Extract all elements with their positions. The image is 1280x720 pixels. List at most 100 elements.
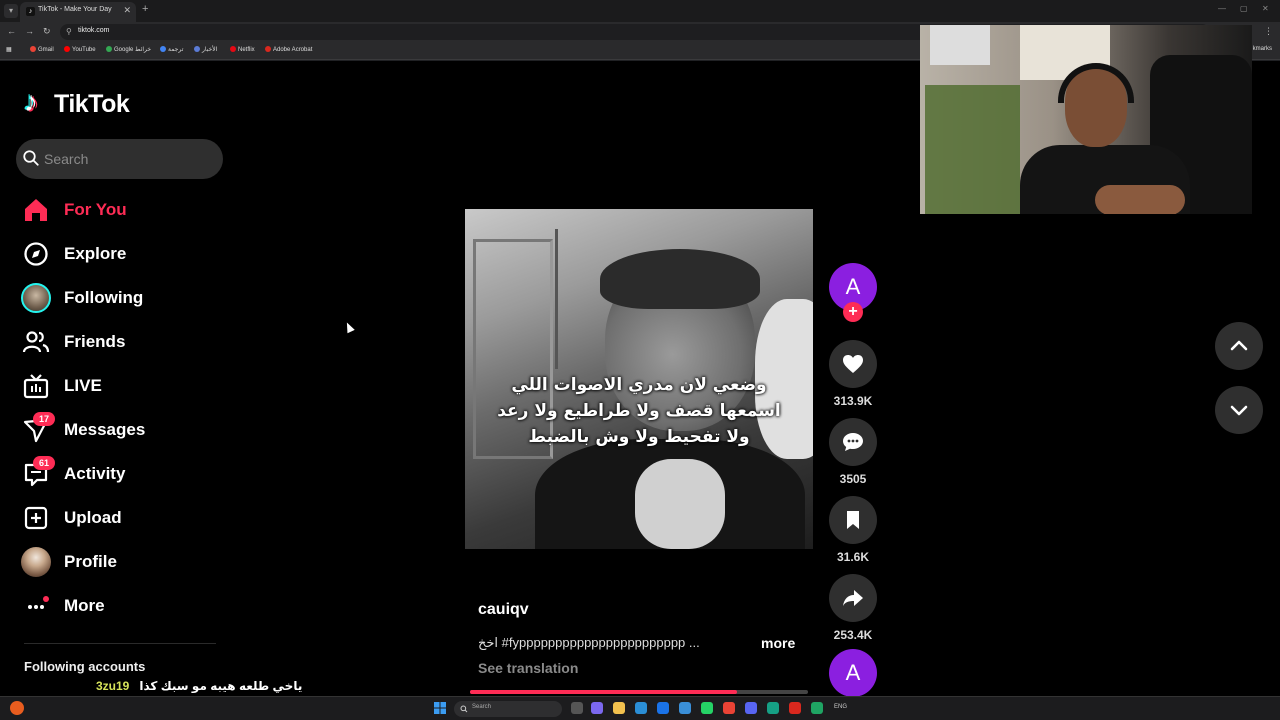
youtube-icon xyxy=(64,46,70,52)
more-button[interactable]: more xyxy=(761,635,795,651)
discord-icon[interactable] xyxy=(745,702,757,714)
close-window-icon[interactable]: ✕ xyxy=(1262,4,1269,13)
taskbar-search-placeholder: Search xyxy=(472,704,492,710)
all-bookmarks[interactable]: kmarks xyxy=(1253,46,1272,52)
nav-upload[interactable]: Upload xyxy=(20,500,230,536)
maximize-icon[interactable]: ▢ xyxy=(1240,4,1248,13)
see-translation-link[interactable]: See translation xyxy=(478,660,578,676)
nav-more[interactable]: More xyxy=(20,588,230,624)
search-input[interactable] xyxy=(44,149,214,169)
comment-button[interactable] xyxy=(829,418,877,466)
back-icon[interactable]: ← xyxy=(7,26,16,36)
tiktok-favicon-icon: ♪ xyxy=(26,7,35,16)
webcam-overlay xyxy=(920,25,1252,214)
mail-icon[interactable] xyxy=(679,702,691,714)
system-tray[interactable]: ENG xyxy=(834,704,847,710)
video-progress-bar[interactable] xyxy=(470,690,808,694)
nav-label: Profile xyxy=(64,552,117,571)
app-icon[interactable] xyxy=(767,702,779,714)
bookmark-news[interactable]: الأخبار xyxy=(194,46,217,53)
bookmark-translate[interactable]: ترجمة xyxy=(160,46,183,53)
apps-grid-icon[interactable]: ▦ xyxy=(6,46,12,53)
messages-badge: 17 xyxy=(33,412,55,426)
activity-badge: 61 xyxy=(33,456,55,470)
follow-plus-icon[interactable]: + xyxy=(843,302,863,322)
more-icon xyxy=(28,596,49,609)
os-taskbar: Search ENG xyxy=(0,696,1280,720)
minimize-icon[interactable]: — xyxy=(1218,4,1226,13)
store-icon[interactable] xyxy=(657,702,669,714)
task-view-icon[interactable] xyxy=(571,702,583,714)
nav-profile[interactable]: Profile xyxy=(20,544,230,580)
friends-icon xyxy=(22,331,50,353)
browser-menu-icon[interactable]: ⋮ xyxy=(1264,26,1273,37)
nav-messages[interactable]: 17 Messages xyxy=(20,412,230,448)
bookmark-icon xyxy=(847,511,859,529)
nav-for-you[interactable]: For You xyxy=(20,192,230,228)
tab-list-button[interactable]: ▾ xyxy=(4,4,18,18)
bookmark-youtube[interactable]: YouTube xyxy=(64,46,96,53)
video-frame-hand xyxy=(635,459,725,549)
close-tab-icon[interactable]: ✕ xyxy=(123,5,131,16)
video-player[interactable]: وضعي لان مدري الاصوات اللي اسمعها قصف ول… xyxy=(465,209,813,549)
nav-label: For You xyxy=(64,200,127,219)
chrome-icon[interactable] xyxy=(723,702,735,714)
bookmark-google-maps[interactable]: Google خرائط xyxy=(106,46,151,53)
post-author[interactable]: cauiqv xyxy=(478,601,529,619)
previous-video-button[interactable] xyxy=(1215,322,1263,370)
share-button[interactable] xyxy=(829,574,877,622)
save-button[interactable] xyxy=(829,496,877,544)
video-frame-hair xyxy=(600,249,760,309)
taskbar-search[interactable]: Search xyxy=(454,701,562,717)
bookmark-adobe-acrobat[interactable]: Adobe Acrobat xyxy=(265,46,312,53)
translate-icon xyxy=(160,46,166,52)
share-icon xyxy=(843,590,863,606)
bookmark-label: ترجمة xyxy=(168,47,184,53)
bookmark-label: Google خرائط xyxy=(114,47,152,53)
video-progress-fill xyxy=(470,690,738,694)
caption-line: وضعي لان مدري الاصوات اللي xyxy=(511,375,767,395)
edge-icon[interactable] xyxy=(635,702,647,714)
webcam-shelf xyxy=(925,85,1020,214)
new-tab-button[interactable]: + xyxy=(142,3,148,15)
nav-explore[interactable]: Explore xyxy=(20,236,230,272)
webcam-wall-poster xyxy=(930,25,990,65)
stream-chat-overlay: 3zu19 ياخي طلعه هيبه مو سبك كذا xyxy=(96,679,302,693)
acrobat-icon xyxy=(265,46,271,52)
nav-following[interactable]: Following xyxy=(20,280,230,316)
bookmark-label: Gmail xyxy=(38,47,54,53)
file-explorer-icon[interactable] xyxy=(613,702,625,714)
excel-icon[interactable] xyxy=(811,702,823,714)
acrobat-icon[interactable] xyxy=(789,702,801,714)
nav-label: Following xyxy=(64,288,144,307)
nav-friends[interactable]: Friends xyxy=(20,324,230,360)
nav-live[interactable]: LIVE xyxy=(20,368,230,404)
windows-start-icon[interactable] xyxy=(434,702,446,714)
reload-icon[interactable]: ↻ xyxy=(43,26,51,37)
post-description: اخخ #fyppppppppppppppppppppppp ... xyxy=(478,635,700,650)
live-icon xyxy=(23,374,49,399)
copilot-icon[interactable] xyxy=(591,702,603,714)
nav-label: Explore xyxy=(64,244,127,263)
sidebar-divider xyxy=(24,643,216,644)
comment-icon xyxy=(843,433,863,451)
save-count: 31.6K xyxy=(836,550,870,564)
tab-tiktok[interactable]: ♪ TikTok - Make Your Day ✕ xyxy=(20,2,136,22)
nav-activity[interactable]: 61 Activity xyxy=(20,456,230,492)
site-info-icon[interactable]: ⚲ xyxy=(66,27,72,36)
search-box[interactable] xyxy=(16,139,223,179)
forward-icon[interactable]: → xyxy=(25,26,34,36)
like-button[interactable] xyxy=(829,340,877,388)
widgets-icon[interactable] xyxy=(10,701,24,715)
bookmark-label: Netflix xyxy=(238,47,255,53)
chat-username: 3zu19 xyxy=(96,679,130,693)
whatsapp-icon[interactable] xyxy=(701,702,713,714)
netflix-icon xyxy=(230,46,236,52)
tab-strip: ▾ ♪ TikTok - Make Your Day ✕ + — ▢ ✕ xyxy=(0,0,1280,22)
bookmark-label: YouTube xyxy=(72,47,96,53)
bookmark-label: الأخبار xyxy=(202,47,218,53)
sound-avatar[interactable]: A xyxy=(829,649,877,697)
bookmark-netflix[interactable]: Netflix xyxy=(230,46,255,53)
next-video-button[interactable] xyxy=(1215,386,1263,434)
bookmark-gmail[interactable]: Gmail xyxy=(30,46,54,53)
